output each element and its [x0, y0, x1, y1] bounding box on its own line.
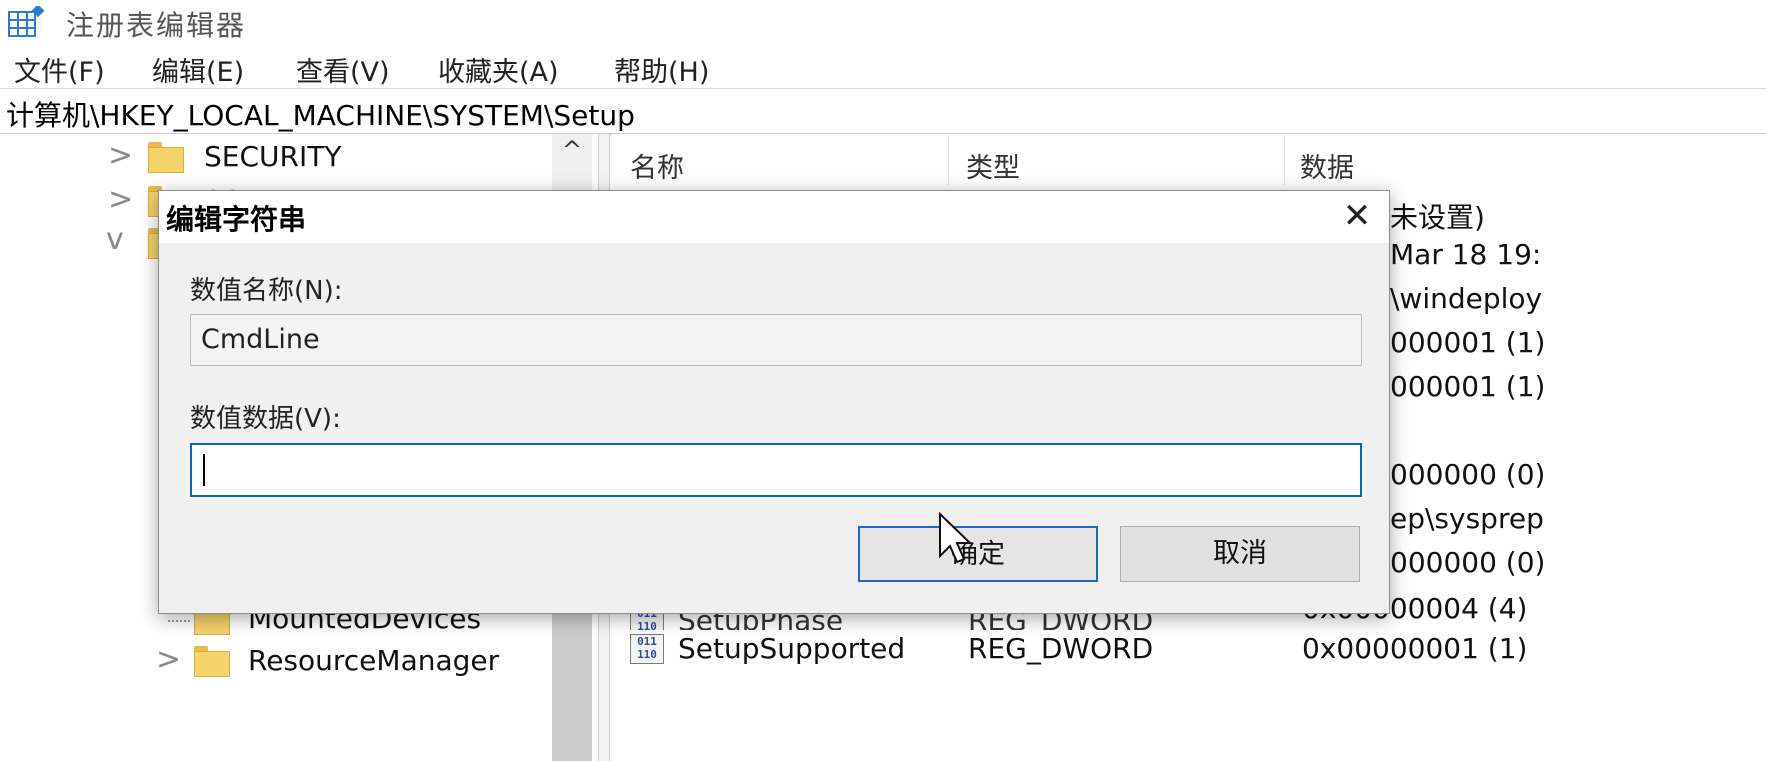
collapse-chevron-icon[interactable]: v [106, 222, 124, 257]
close-icon[interactable]: ✕ [1334, 196, 1380, 236]
registry-editor-icon [8, 6, 44, 37]
value-data: 000000 (0) [1390, 458, 1546, 491]
menu-help[interactable]: 帮助(H) [614, 50, 709, 89]
text-caret [203, 454, 205, 486]
value-data-field[interactable] [190, 443, 1362, 497]
column-divider[interactable] [948, 138, 949, 186]
value-data: 000001 (1) [1390, 326, 1546, 359]
table-row[interactable]: 011 110 SetupSupported REG_DWORD 0x000000… [612, 630, 1766, 674]
value-data: \windeploy [1390, 282, 1543, 315]
value-data: 000000 (0) [1390, 546, 1546, 579]
value-data: 未设置) [1390, 201, 1485, 234]
title-bar [0, 0, 1766, 44]
column-header-name[interactable]: 名称 [630, 146, 684, 185]
tree-connector [168, 620, 190, 622]
ok-button[interactable]: 确定 [858, 526, 1098, 582]
value-name: SetupSupported [678, 632, 906, 665]
value-name-field[interactable]: CmdLine [190, 314, 1362, 366]
tree-item-label: SECURITY [204, 140, 342, 173]
cancel-button[interactable]: 取消 [1120, 526, 1360, 582]
value-data: 000001 (1) [1390, 370, 1546, 403]
value-data: Mar 18 19: [1390, 238, 1542, 271]
dialog-title: 编辑字符串 [166, 203, 307, 236]
column-divider[interactable] [1284, 138, 1285, 186]
menu-edit[interactable]: 编辑(E) [152, 50, 244, 89]
column-header-type[interactable]: 类型 [966, 146, 1020, 185]
scroll-up-icon[interactable]: ^ [552, 136, 592, 176]
expand-chevron-icon[interactable]: > [156, 642, 181, 677]
values-header [612, 134, 1766, 190]
expand-chevron-icon[interactable]: > [108, 138, 133, 173]
column-header-data[interactable]: 数据 [1300, 146, 1354, 185]
value-name-label: 数值名称(N): [190, 276, 343, 306]
value-data: ep\sysprep [1390, 502, 1544, 535]
folder-icon [148, 142, 184, 173]
value-data: 0x00000001 (1) [1302, 632, 1528, 665]
menu-favorites[interactable]: 收藏夹(A) [438, 50, 559, 89]
folder-icon [194, 646, 230, 677]
value-data-label: 数值数据(V): [190, 404, 341, 434]
window-title: 注册表编辑器 [66, 9, 247, 42]
address-path[interactable]: 计算机\HKEY_LOCAL_MACHINE\SYSTEM\Setup [6, 94, 635, 134]
tree-item-security[interactable]: > SECURITY [0, 138, 550, 178]
menu-view[interactable]: 查看(V) [296, 50, 390, 89]
expand-chevron-icon[interactable]: > [108, 182, 133, 217]
menu-file[interactable]: 文件(F) [14, 50, 105, 89]
mouse-pointer-icon [939, 512, 972, 564]
tree-item-label: ResourceManager [248, 644, 500, 677]
tree-item-resourcemanager[interactable]: > ResourceManager [0, 642, 550, 682]
dword-value-icon: 011110 [630, 634, 664, 664]
scrollbar-thumb[interactable] [552, 612, 592, 761]
value-type: REG_DWORD [968, 632, 1154, 665]
menu-bar [0, 44, 1766, 88]
